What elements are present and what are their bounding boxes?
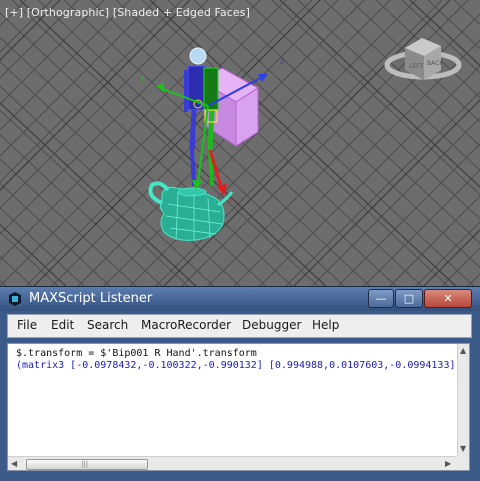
grid-line [257, 65, 480, 288]
teapot-mesh[interactable] [148, 181, 234, 241]
svg-text:BACK: BACK [427, 60, 444, 67]
menu-help[interactable]: Help [312, 318, 339, 332]
horizontal-scroll-thumb[interactable]: ||| [26, 459, 148, 470]
3dsmax-logo-icon [9, 292, 21, 306]
menu-macrorecorder[interactable]: MacroRecorder [141, 318, 231, 332]
resize-grip[interactable] [457, 456, 469, 470]
minimize-button[interactable]: — [368, 289, 394, 308]
grid-line [231, 39, 480, 288]
grid-line [0, 109, 191, 288]
svg-text:z: z [280, 57, 284, 66]
scene-canvas[interactable]: LEFT BACK y z x [0, 0, 480, 288]
input-line: $.transform = $'Bip001 R Hand'.transform [16, 348, 257, 359]
svg-text:LEFT: LEFT [409, 63, 423, 70]
maxscript-listener-window: MAXScript Listener — □ ✕ File Edit Searc… [0, 286, 480, 481]
vertical-scrollbar[interactable]: ▲ ▼ [457, 344, 469, 456]
horizontal-scrollbar[interactable]: ◀ ||| ▶ [8, 456, 457, 470]
maximize-button[interactable]: □ [395, 289, 423, 308]
scroll-grip-icon: ||| [81, 460, 89, 468]
perspective-viewport[interactable]: LEFT BACK y z x [+] [Orthographic] [Shad… [0, 0, 480, 288]
viewport-view-label[interactable]: [Orthographic] [27, 6, 109, 19]
listener-output[interactable]: $.transform = $'Bip001 R Hand'.transform… [7, 343, 470, 471]
output-line: (matrix3 [-0.0978432,-0.100322,-0.990132… [16, 360, 456, 371]
window-title: MAXScript Listener [29, 291, 153, 306]
viewport-label[interactable]: [+] [Orthographic] [Shaded + Edged Faces… [5, 6, 250, 19]
grid-line [309, 117, 480, 288]
close-button[interactable]: ✕ [424, 289, 472, 308]
scroll-left-icon[interactable]: ◀ [11, 459, 17, 468]
title-bar[interactable]: MAXScript Listener — □ ✕ [0, 287, 480, 311]
viewport-shading-label[interactable]: [Shaded + Edged Faces] [113, 6, 250, 19]
grid-line-major [279, 0, 480, 188]
scroll-up-icon[interactable]: ▲ [460, 346, 466, 355]
svg-text:x: x [228, 195, 233, 204]
grid-line [0, 0, 157, 157]
scroll-right-icon[interactable]: ▶ [445, 459, 451, 468]
menu-bar: File Edit Search MacroRecorder Debugger … [7, 314, 472, 338]
grid-line [0, 134, 165, 288]
grid-line-major [31, 0, 321, 288]
scroll-down-icon[interactable]: ▼ [460, 444, 466, 453]
menu-debugger[interactable]: Debugger [242, 318, 301, 332]
grid-line [0, 255, 35, 288]
menu-file[interactable]: File [17, 318, 37, 332]
menu-edit[interactable]: Edit [51, 318, 74, 332]
svg-text:y: y [140, 73, 145, 82]
viewport-menu-plus[interactable]: [+] [5, 6, 23, 19]
menu-search[interactable]: Search [87, 318, 128, 332]
